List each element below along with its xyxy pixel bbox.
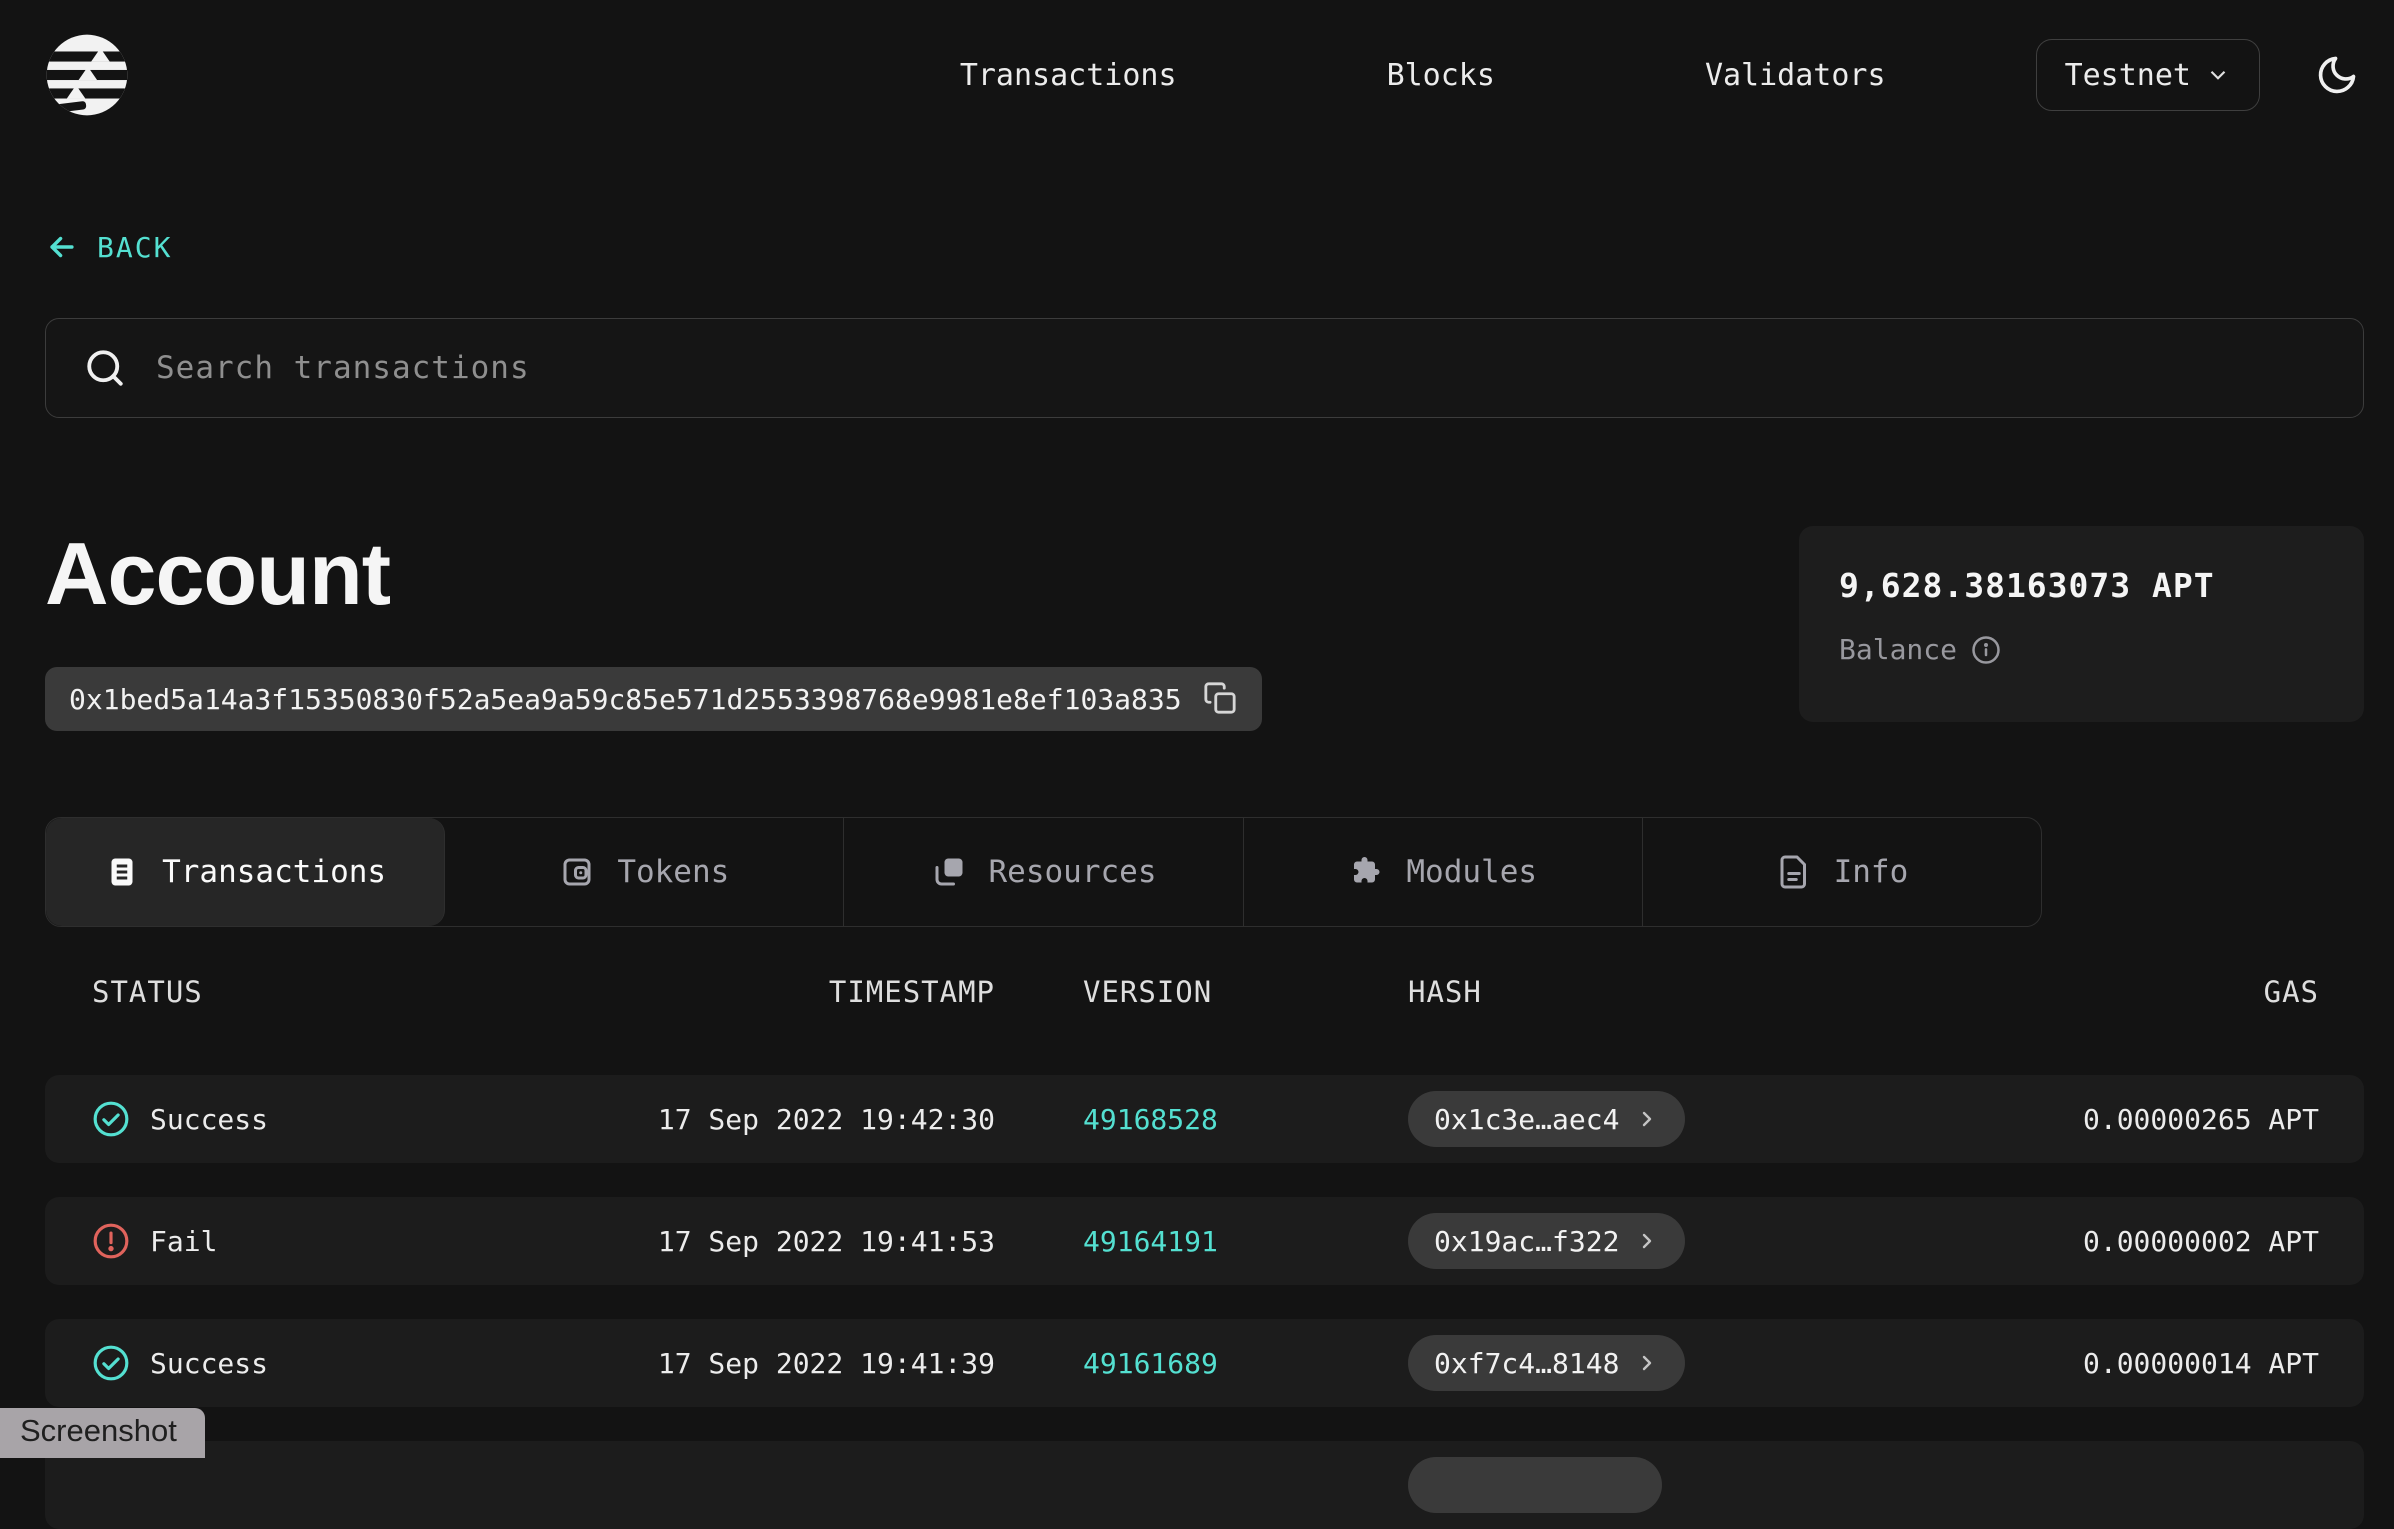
tab-tokens[interactable]: Tokens <box>445 818 844 926</box>
network-selector[interactable]: Testnet <box>2036 39 2260 111</box>
balance-label: Balance <box>1839 633 1957 666</box>
table-row: Fail 17 Sep 2022 19:41:53 49164191 0x19a… <box>45 1197 2364 1285</box>
fail-icon <box>92 1222 130 1260</box>
table-row: Success 17 Sep 2022 19:42:30 49168528 0x… <box>45 1075 2364 1163</box>
hash-chip[interactable]: 0x19ac…f322 <box>1408 1213 1685 1269</box>
status-text: Success <box>150 1347 268 1380</box>
top-nav: Transactions Blocks Validators Testnet <box>0 0 2394 150</box>
timestamp: 17 Sep 2022 19:42:30 <box>605 1103 995 1136</box>
hash-text: 0xf7c4…8148 <box>1434 1347 1619 1380</box>
account-section: Account 0x1bed5a14a3f15350830f52a5ea9a59… <box>45 526 2364 731</box>
list-icon <box>104 854 140 890</box>
tab-info[interactable]: Info <box>1643 818 2041 926</box>
success-icon <box>92 1344 130 1382</box>
chevron-down-icon <box>2205 62 2231 88</box>
nav-item-transactions[interactable]: Transactions <box>960 58 1177 93</box>
account-tabs: Transactions Tokens Resources Modules <box>45 817 2042 927</box>
tab-label: Tokens <box>617 854 729 890</box>
search-icon <box>84 347 126 389</box>
nav-item-blocks[interactable]: Blocks <box>1387 58 1495 93</box>
col-version: VERSION <box>995 975 1315 1009</box>
nav-links: Transactions Blocks Validators <box>960 58 1886 93</box>
back-link[interactable]: BACK <box>45 230 172 264</box>
hash-chip[interactable]: 0x1c3e…aec4 <box>1408 1091 1685 1147</box>
hash-text: 0x19ac…f322 <box>1434 1225 1619 1258</box>
tab-transactions[interactable]: Transactions <box>46 818 445 926</box>
timestamp: 17 Sep 2022 19:41:53 <box>605 1225 995 1258</box>
version-link[interactable]: 49168528 <box>1083 1103 1218 1136</box>
puzzle-icon <box>1348 854 1384 890</box>
tab-modules[interactable]: Modules <box>1244 818 1643 926</box>
page-title: Account <box>45 526 1262 621</box>
gas-amount: 0.00000014 APT <box>1875 1347 2364 1380</box>
copy-address-button[interactable] <box>1202 681 1238 717</box>
aptos-logo-icon[interactable] <box>45 33 129 117</box>
col-gas: GAS <box>1875 975 2364 1009</box>
col-timestamp: TIMESTAMP <box>605 975 995 1009</box>
hash-text: 0x1c3e…aec4 <box>1434 1103 1619 1136</box>
account-address-pill: 0x1bed5a14a3f15350830f52a5ea9a59c85e571d… <box>45 667 1262 731</box>
account-address: 0x1bed5a14a3f15350830f52a5ea9a59c85e571d… <box>69 683 1182 716</box>
version-link[interactable]: 49164191 <box>1083 1225 1218 1258</box>
tab-label: Transactions <box>162 854 386 890</box>
col-hash: HASH <box>1315 975 1875 1009</box>
status-text: Fail <box>150 1225 217 1258</box>
stack-icon <box>931 854 967 890</box>
search-input[interactable] <box>156 350 2325 386</box>
back-label: BACK <box>97 231 172 264</box>
balance-amount: 9,628.38163073 APT <box>1839 566 2324 605</box>
moon-icon <box>2315 53 2359 97</box>
screenshot-overlay-label: Screenshot <box>0 1408 205 1458</box>
chevron-right-icon <box>1635 1229 1659 1253</box>
balance-card: 9,628.38163073 APT Balance <box>1799 526 2364 722</box>
timestamp: 17 Sep 2022 19:41:39 <box>605 1347 995 1380</box>
col-status: STATUS <box>45 975 605 1009</box>
page: Transactions Blocks Validators Testnet B… <box>0 0 2394 1529</box>
tab-label: Modules <box>1406 854 1537 890</box>
search-bar <box>45 318 2364 418</box>
chevron-right-icon <box>1635 1107 1659 1131</box>
status-text: Success <box>150 1103 268 1136</box>
nav-item-validators[interactable]: Validators <box>1705 58 1886 93</box>
network-label: Testnet <box>2065 58 2191 93</box>
file-icon <box>1776 854 1812 890</box>
transactions-list: Success 17 Sep 2022 19:42:30 49168528 0x… <box>45 1075 2364 1529</box>
back-arrow-icon <box>45 230 79 264</box>
copy-icon <box>1203 681 1237 715</box>
dark-mode-toggle[interactable] <box>2315 53 2359 97</box>
table-row-partial: ​ <box>45 1441 2364 1529</box>
info-icon[interactable] <box>1971 635 2001 665</box>
chevron-right-icon <box>1635 1351 1659 1375</box>
account-left: Account 0x1bed5a14a3f15350830f52a5ea9a59… <box>45 526 1262 731</box>
tab-label: Info <box>1834 854 1909 890</box>
hash-chip[interactable]: 0xf7c4…8148 <box>1408 1335 1685 1391</box>
success-icon <box>92 1100 130 1138</box>
tab-resources[interactable]: Resources <box>844 818 1243 926</box>
table-header: STATUS TIMESTAMP VERSION HASH GAS <box>45 967 2364 1017</box>
gas-amount: 0.00000002 APT <box>1875 1225 2364 1258</box>
version-link[interactable]: 49161689 <box>1083 1347 1218 1380</box>
gas-amount: 0.00000265 APT <box>1875 1103 2364 1136</box>
table-row: Success 17 Sep 2022 19:41:39 49161689 0x… <box>45 1319 2364 1407</box>
hash-chip[interactable]: ​ <box>1408 1457 1662 1513</box>
tab-label: Resources <box>989 854 1157 890</box>
wallet-icon <box>559 854 595 890</box>
